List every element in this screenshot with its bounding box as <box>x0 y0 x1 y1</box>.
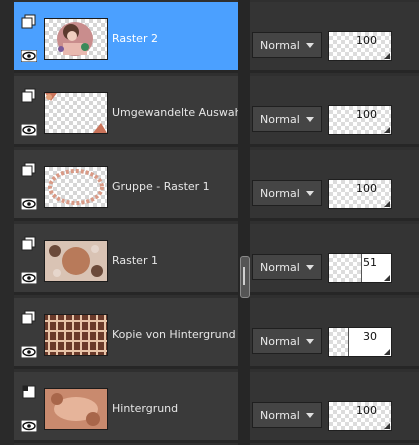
opacity-slider[interactable]: 30 <box>328 327 392 357</box>
blend-mode-dropdown[interactable]: Normal <box>252 402 322 428</box>
layer-thumbnail[interactable] <box>44 388 108 430</box>
blend-mode-dropdown[interactable]: Normal <box>252 180 322 206</box>
opacity-slider[interactable]: 100 <box>328 401 392 431</box>
eye-icon[interactable] <box>21 198 37 210</box>
layer-icons <box>14 298 42 366</box>
layer-list: Raster 2 Umgewandelte Auswahl Gruppe - R… <box>14 0 238 445</box>
layer-stack-icon[interactable] <box>21 310 37 326</box>
blend-mode-label: Normal <box>260 261 300 274</box>
layer-stack-icon[interactable] <box>21 162 37 178</box>
layer-row-hintergrund[interactable]: Hintergrund <box>14 372 238 443</box>
layer-props-row: Normal 100 <box>250 2 419 73</box>
opacity-value: 100 <box>356 404 377 417</box>
layer-icons <box>14 150 42 218</box>
blend-mode-label: Normal <box>260 335 300 348</box>
eye-icon[interactable] <box>21 420 37 432</box>
eye-icon[interactable] <box>21 50 37 62</box>
panel-splitter[interactable] <box>238 0 250 445</box>
layer-stack-icon[interactable] <box>21 14 37 30</box>
layers-panel: Raster 2 Umgewandelte Auswahl Gruppe - R… <box>0 0 419 445</box>
blend-mode-label: Normal <box>260 187 300 200</box>
blend-mode-dropdown[interactable]: Normal <box>252 254 322 280</box>
opacity-corner-mark <box>384 53 390 59</box>
chevron-down-icon <box>306 339 314 344</box>
opacity-value: 100 <box>356 182 377 195</box>
opacity-slider[interactable]: 100 <box>328 179 392 209</box>
opacity-marker <box>348 328 349 356</box>
layer-name[interactable]: Raster 2 <box>112 32 238 45</box>
opacity-corner-mark <box>384 275 390 281</box>
layer-properties: Normal 100 Normal 100 Normal 100 Normal … <box>250 0 419 445</box>
layer-props-row: Normal 100 <box>250 76 419 147</box>
chevron-down-icon <box>306 413 314 418</box>
layer-thumbnail[interactable] <box>44 314 108 356</box>
eye-icon[interactable] <box>21 272 37 284</box>
layer-name[interactable]: Umgewandelte Auswahl <box>112 106 238 119</box>
opacity-corner-mark <box>384 349 390 355</box>
splitter-grip-handle[interactable] <box>240 256 250 298</box>
layer-icons <box>14 224 42 292</box>
opacity-corner-mark <box>384 423 390 429</box>
background-layer-icon[interactable] <box>21 384 37 400</box>
layer-icons <box>14 2 42 70</box>
layer-name[interactable]: Hintergrund <box>112 402 238 415</box>
opacity-corner-mark <box>384 201 390 207</box>
layer-props-row: Normal 30 <box>250 298 419 369</box>
layer-props-row: Normal 51 <box>250 224 419 295</box>
blend-mode-label: Normal <box>260 113 300 126</box>
opacity-value: 100 <box>356 108 377 121</box>
opacity-value: 30 <box>363 330 377 343</box>
layer-thumbnail[interactable] <box>44 92 108 134</box>
layer-icons <box>14 76 42 144</box>
blend-mode-dropdown[interactable]: Normal <box>252 328 322 354</box>
layer-row-kopie-von-hintergrund[interactable]: Kopie von Hintergrund <box>14 298 238 369</box>
opacity-slider[interactable]: 100 <box>328 105 392 135</box>
blend-mode-label: Normal <box>260 409 300 422</box>
layer-row-gruppe-raster-1[interactable]: Gruppe - Raster 1 <box>14 150 238 221</box>
layer-props-row: Normal 100 <box>250 372 419 443</box>
layer-name[interactable]: Raster 1 <box>112 254 238 267</box>
layer-thumbnail[interactable] <box>44 18 108 60</box>
chevron-down-icon <box>306 43 314 48</box>
chevron-down-icon <box>306 117 314 122</box>
layer-props-row: Normal 100 <box>250 150 419 221</box>
layer-name[interactable]: Gruppe - Raster 1 <box>112 180 238 193</box>
panel-edge <box>0 0 14 445</box>
layer-row-raster-1[interactable]: Raster 1 <box>14 224 238 295</box>
blend-mode-label: Normal <box>260 39 300 52</box>
chevron-down-icon <box>306 191 314 196</box>
opacity-marker <box>361 254 362 282</box>
layer-name[interactable]: Kopie von Hintergrund <box>112 328 238 341</box>
layer-icons <box>14 372 42 440</box>
layer-thumbnail[interactable] <box>44 240 108 282</box>
blend-mode-dropdown[interactable]: Normal <box>252 32 322 58</box>
opacity-corner-mark <box>384 127 390 133</box>
layer-stack-icon[interactable] <box>21 236 37 252</box>
opacity-value: 100 <box>356 34 377 47</box>
layer-thumbnail[interactable] <box>44 166 108 208</box>
blend-mode-dropdown[interactable]: Normal <box>252 106 322 132</box>
layer-row-umgewandelte-auswahl[interactable]: Umgewandelte Auswahl <box>14 76 238 147</box>
layer-stack-icon[interactable] <box>21 88 37 104</box>
opacity-slider[interactable]: 100 <box>328 31 392 61</box>
eye-icon[interactable] <box>21 346 37 358</box>
eye-icon[interactable] <box>21 124 37 136</box>
layer-row-raster-2[interactable]: Raster 2 <box>14 2 238 73</box>
opacity-value: 51 <box>363 256 377 269</box>
chevron-down-icon <box>306 265 314 270</box>
opacity-slider[interactable]: 51 <box>328 253 392 283</box>
